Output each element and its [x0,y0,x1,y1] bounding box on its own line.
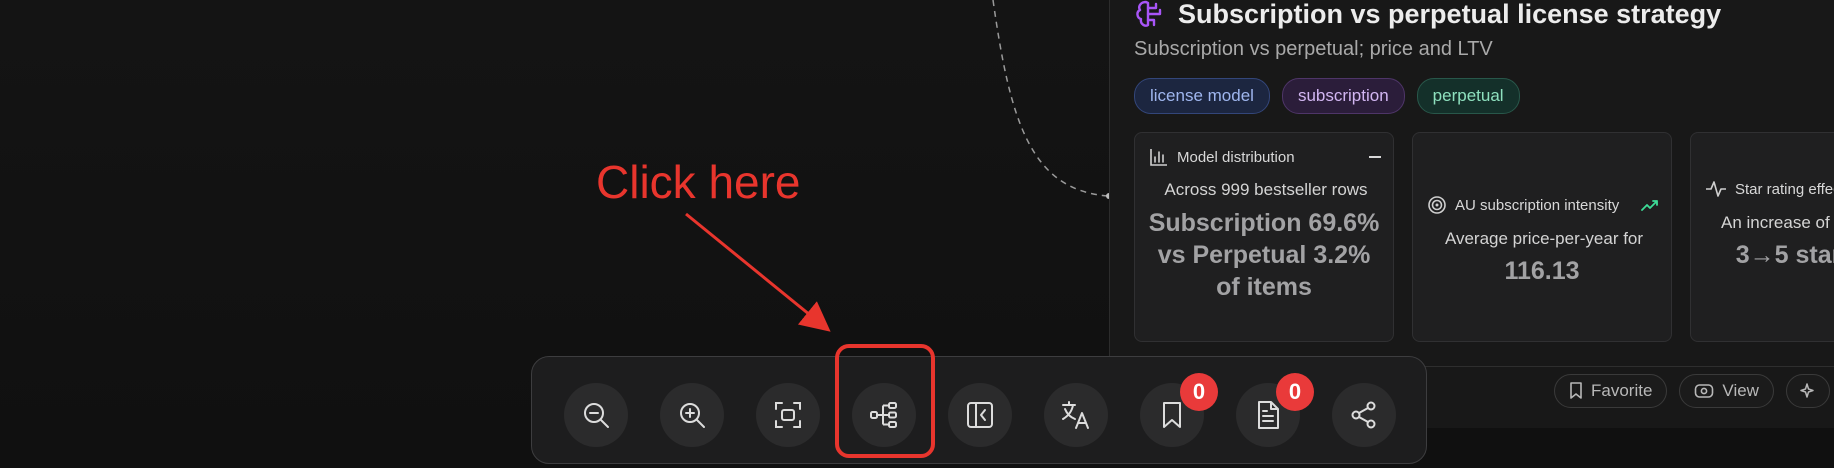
annotation-highlight [835,344,935,458]
